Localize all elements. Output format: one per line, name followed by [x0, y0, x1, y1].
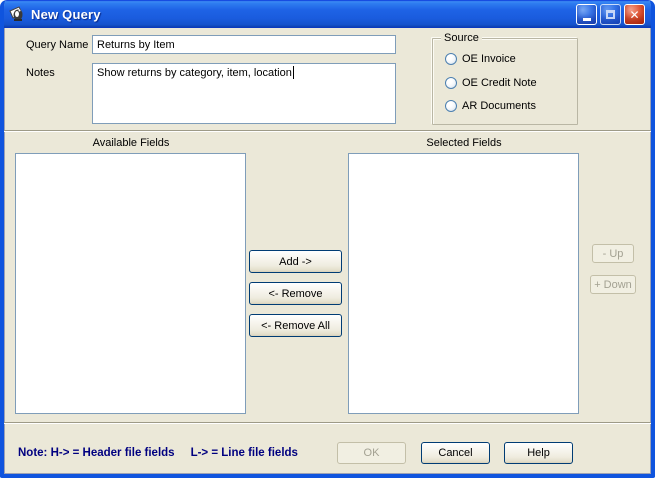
- notes-input[interactable]: Show returns by category, item, location: [92, 63, 396, 124]
- footer-note: Note: H-> = Header file fields L-> = Line…: [18, 447, 298, 459]
- radio-oe-credit-note[interactable]: OE Credit Note: [445, 77, 537, 89]
- selected-fields-label: Selected Fields: [426, 137, 502, 149]
- header-fields-note: Note: H-> = Header file fields: [18, 447, 175, 459]
- remove-all-button[interactable]: <- Remove All: [249, 314, 342, 337]
- radio-button-icon: [445, 100, 457, 112]
- move-down-button[interactable]: + Down: [590, 275, 636, 294]
- line-fields-note: L-> = Line file fields: [190, 447, 298, 459]
- titlebar: New Query ✕: [4, 0, 651, 28]
- app-icon: [7, 5, 25, 23]
- available-fields-label: Available Fields: [92, 137, 170, 149]
- maximize-icon: [606, 10, 615, 19]
- source-group-label: Source: [441, 32, 482, 44]
- close-button[interactable]: ✕: [624, 4, 645, 25]
- maximize-button[interactable]: [600, 4, 621, 25]
- section-divider: [4, 130, 651, 132]
- cancel-button[interactable]: Cancel: [421, 442, 490, 464]
- radio-button-icon: [445, 77, 457, 89]
- notes-text: Show returns by category, item, location: [97, 67, 292, 79]
- radio-label: OE Invoice: [462, 53, 516, 65]
- available-fields-list[interactable]: [15, 153, 246, 414]
- text-caret: [292, 66, 294, 79]
- radio-oe-invoice[interactable]: OE Invoice: [445, 53, 516, 65]
- add-button[interactable]: Add ->: [249, 250, 342, 273]
- close-icon: ✕: [629, 7, 640, 22]
- source-groupbox: Source OE Invoice OE Credit Note AR Docu…: [432, 32, 578, 125]
- radio-label: OE Credit Note: [462, 77, 537, 89]
- selected-fields-list[interactable]: [348, 153, 579, 414]
- notes-label: Notes: [26, 67, 55, 79]
- help-button[interactable]: Help: [504, 442, 573, 464]
- query-name-input[interactable]: [92, 35, 396, 54]
- ok-button[interactable]: OK: [337, 442, 406, 464]
- new-query-dialog: New Query ✕ Query Name Notes Show return…: [0, 0, 655, 478]
- move-up-button[interactable]: - Up: [592, 244, 634, 263]
- remove-button[interactable]: <- Remove: [249, 282, 342, 305]
- footer-divider: [4, 422, 651, 424]
- radio-button-icon: [445, 53, 457, 65]
- query-name-label: Query Name: [26, 39, 89, 51]
- minimize-icon: [582, 17, 591, 21]
- radio-ar-documents[interactable]: AR Documents: [445, 100, 536, 112]
- radio-label: AR Documents: [462, 100, 536, 112]
- window-title: New Query: [31, 6, 101, 22]
- minimize-button[interactable]: [576, 4, 597, 25]
